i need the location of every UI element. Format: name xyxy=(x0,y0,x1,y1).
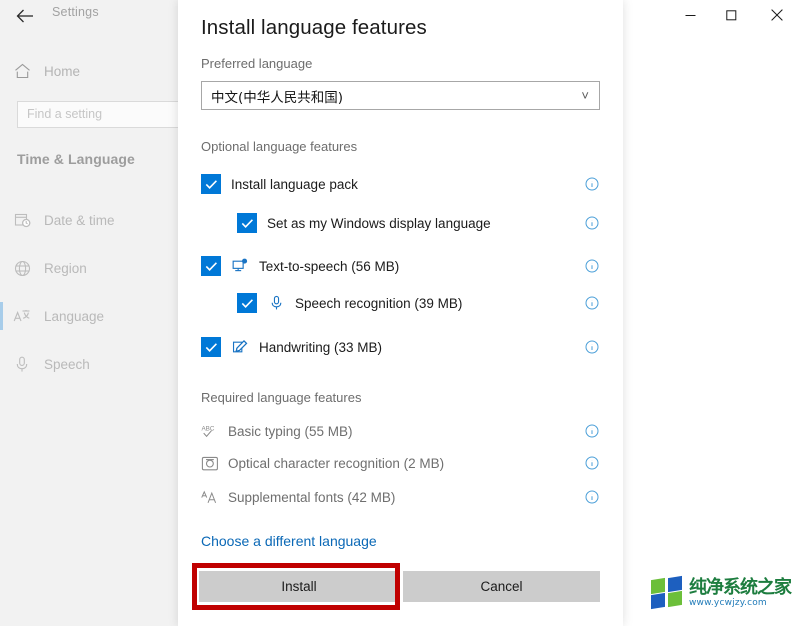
ocr-icon xyxy=(201,454,219,472)
dialog-title: Install language features xyxy=(201,16,427,39)
feature-label: Text-to-speech (56 MB) xyxy=(259,258,400,274)
feature-label: Supplemental fonts (42 MB) xyxy=(228,489,396,505)
microphone-icon xyxy=(267,294,285,312)
watermark: 纯净系统之家 www.ycwjzy.com xyxy=(651,570,792,616)
feature-row-install-language-pack[interactable]: Install language pack xyxy=(201,171,600,197)
text-to-speech-icon xyxy=(231,257,249,275)
feature-row-supplemental-fonts: Supplemental fonts (42 MB) xyxy=(201,484,600,510)
fonts-icon xyxy=(201,488,219,506)
minimize-button[interactable] xyxy=(667,0,713,30)
back-arrow-icon[interactable] xyxy=(12,4,38,28)
checkbox-checked[interactable] xyxy=(201,337,221,357)
feature-row-ocr: Optical character recognition (2 MB) xyxy=(201,450,600,476)
sidebar: Settings Home Find a setting Time & Lang… xyxy=(0,0,185,626)
close-button[interactable] xyxy=(754,0,796,30)
feature-label: Set as my Windows display language xyxy=(267,215,491,231)
chevron-down-icon: ˅ xyxy=(581,88,589,103)
choose-different-language-link[interactable]: Choose a different language xyxy=(201,533,377,549)
preferred-language-combobox[interactable]: 中文(中华人民共和国) ˅ xyxy=(201,81,600,110)
sidebar-item-date-time[interactable]: Date & time xyxy=(0,202,178,238)
feature-row-text-to-speech[interactable]: Text-to-speech (56 MB) xyxy=(201,253,600,279)
optional-features-label: Optional language features xyxy=(201,139,358,154)
window-title: Settings xyxy=(52,5,99,19)
sidebar-item-language[interactable]: Language xyxy=(0,298,178,334)
watermark-logo-icon xyxy=(651,575,685,610)
microphone-icon xyxy=(0,356,44,373)
sidebar-section-title: Time & Language xyxy=(17,151,135,167)
info-icon[interactable] xyxy=(584,489,600,505)
language-icon xyxy=(0,308,44,325)
info-icon[interactable] xyxy=(584,176,600,192)
feature-row-handwriting[interactable]: Handwriting (33 MB) xyxy=(201,334,600,360)
preferred-language-label: Preferred language xyxy=(201,56,313,71)
svg-text:ABC: ABC xyxy=(201,425,214,432)
sidebar-titlebar: Settings xyxy=(0,0,178,32)
feature-row-set-display-language[interactable]: Set as my Windows display language xyxy=(237,210,600,236)
sidebar-item-region[interactable]: Region xyxy=(0,250,178,286)
feature-label: Basic typing (55 MB) xyxy=(228,423,353,439)
install-language-features-dialog: Install language features Preferred lang… xyxy=(178,0,623,626)
feature-label: Speech recognition (39 MB) xyxy=(295,295,463,311)
feature-label: Optical character recognition (2 MB) xyxy=(228,455,445,471)
sidebar-item-label: Speech xyxy=(44,356,90,372)
settings-window: Settings Home Find a setting Time & Lang… xyxy=(0,0,796,626)
search-placeholder: Find a setting xyxy=(27,107,103,121)
info-icon[interactable] xyxy=(584,339,600,355)
checkbox-checked[interactable] xyxy=(201,256,221,276)
sidebar-item-label: Language xyxy=(44,308,105,324)
sidebar-home-label: Home xyxy=(44,63,81,79)
info-icon[interactable] xyxy=(584,215,600,231)
calendar-clock-icon xyxy=(0,212,44,228)
checkbox-checked[interactable] xyxy=(201,174,221,194)
home-icon xyxy=(0,63,44,79)
required-features-label: Required language features xyxy=(201,390,362,405)
sidebar-item-label: Date & time xyxy=(44,212,115,228)
sidebar-item-speech[interactable]: Speech xyxy=(0,346,178,382)
handwriting-icon xyxy=(231,338,249,356)
abc-check-icon: ABC xyxy=(201,422,219,440)
feature-label: Handwriting (33 MB) xyxy=(259,339,383,355)
cancel-button[interactable]: Cancel xyxy=(403,571,600,602)
globe-icon xyxy=(0,260,44,277)
watermark-url: www.ycwjzy.com xyxy=(689,597,767,608)
checkbox-checked[interactable] xyxy=(237,293,257,313)
install-button[interactable]: Install xyxy=(199,571,399,602)
search-input[interactable]: Find a setting xyxy=(17,101,185,128)
preferred-language-value: 中文(中华人民共和国) xyxy=(211,89,344,106)
feature-label: Install language pack xyxy=(231,176,358,192)
feature-row-basic-typing: ABC Basic typing (55 MB) xyxy=(201,418,600,444)
feature-row-speech-recognition[interactable]: Speech recognition (39 MB) xyxy=(237,290,600,316)
selection-indicator xyxy=(0,302,3,330)
checkbox-checked[interactable] xyxy=(237,213,257,233)
info-icon[interactable] xyxy=(584,295,600,311)
info-icon[interactable] xyxy=(584,455,600,471)
watermark-title: 纯净系统之家 xyxy=(689,576,792,598)
sidebar-item-label: Region xyxy=(44,260,87,276)
sidebar-item-home[interactable]: Home xyxy=(0,54,178,88)
maximize-button[interactable] xyxy=(708,0,754,30)
info-icon[interactable] xyxy=(584,423,600,439)
info-icon[interactable] xyxy=(584,258,600,274)
